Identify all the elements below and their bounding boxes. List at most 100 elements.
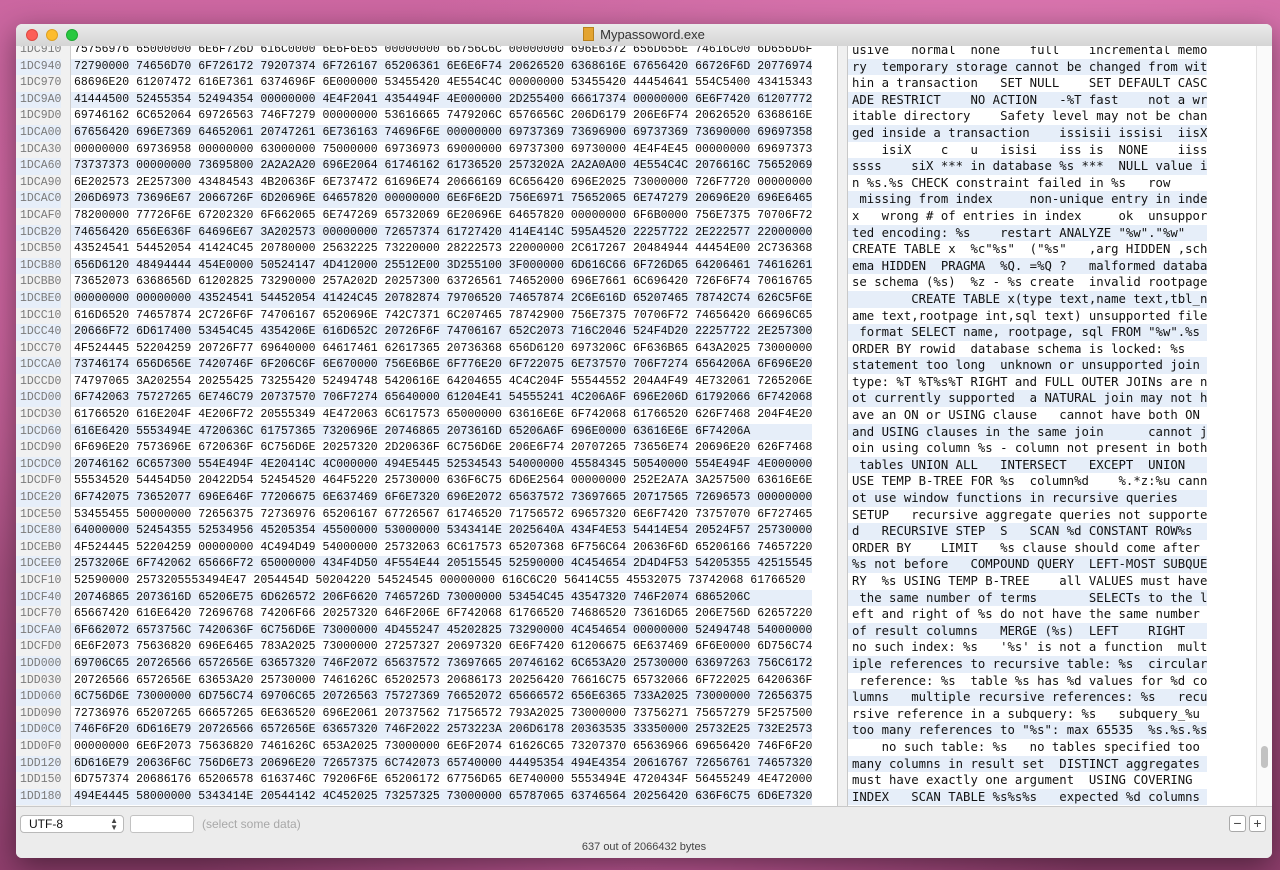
hex-row[interactable]: 00000000 6E6F2073 75636820 7461626C 653A… [71, 739, 812, 756]
editor-content[interactable]: 1DC910 1DC940 1DC970 1DC9A0 1DC9D0 1DCA00 1DCA… [16, 46, 1272, 806]
hex-row[interactable]: 20666F72 6D617400 53454C45 4354206E 616D… [71, 324, 813, 341]
add-button[interactable]: + [1249, 815, 1266, 832]
hex-row[interactable]: 6D616E79 20636F6C 756D6E73 20696E20 7265… [71, 755, 813, 773]
hex-row[interactable]: 64000000 52454355 52534956 45205354 4550… [71, 523, 813, 540]
pane-divider[interactable] [837, 46, 848, 806]
text-pane[interactable]: usive normal none full incremental memo r… [848, 46, 1256, 806]
hex-row[interactable]: 206D6973 73696E67 2066726F 6D20696E 6465… [71, 191, 813, 208]
text-row[interactable]: ORDER BY LIMIT %s clause should come aft… [848, 540, 1207, 557]
hex-row[interactable]: 53455455 50000000 72656375 72736976 6520… [71, 507, 812, 524]
text-row[interactable]: usive normal none full incremental memo [848, 46, 1207, 59]
hex-row[interactable]: 65667420 616E6420 72696768 74206F66 2025… [71, 606, 812, 623]
text-rows[interactable]: usive normal none full incremental memo r… [848, 46, 1208, 806]
hex-row[interactable]: 55534520 54454D50 20422D54 52454520 464F… [71, 473, 812, 490]
hex-row[interactable]: 494E4445 58000000 5343414E 20544142 4C45… [71, 788, 813, 806]
text-row[interactable]: %s not before COMPOUND QUERY LEFT-MOST S… [848, 556, 1208, 573]
text-row[interactable]: ave an ON or USING clause cannot have bo… [848, 407, 1207, 424]
hex-row[interactable]: 20726566 6572656E 63653A20 25730000 7461… [71, 673, 812, 690]
text-row[interactable]: ame text,rootpage int,sql text) unsuppor… [848, 308, 1207, 325]
hex-row[interactable]: 6C756D6E 73000000 6D756C74 69706C65 2072… [71, 689, 813, 706]
text-row[interactable]: and USING clauses in the same join canno… [848, 423, 1208, 441]
hex-row[interactable]: 00000000 00000000 43524541 54452054 4142… [71, 290, 813, 308]
text-row[interactable]: the same number of terms SELECTs to the … [848, 589, 1208, 607]
text-row[interactable]: eft and right of %s do not have the same… [848, 606, 1207, 623]
hex-row[interactable]: 6F742075 73652077 696E646F 77206675 6E63… [71, 490, 813, 507]
text-row[interactable]: no such table: %s no tables specified to… [848, 739, 1207, 756]
text-row[interactable]: d RECURSIVE STEP S SCAN %d CONSTANT ROW%… [848, 523, 1208, 540]
text-row[interactable]: itable directory Safety level may not be… [848, 108, 1207, 125]
text-row[interactable]: ged inside a transaction issisii issisi … [848, 124, 1208, 142]
hex-row[interactable]: 73737373 00000000 73695800 2A2A2A20 696E… [71, 158, 813, 175]
text-row[interactable]: iple references to recursive table: %s c… [848, 655, 1208, 673]
text-row[interactable]: format SELECT name, rootpage, sql FROM "… [848, 324, 1208, 341]
text-row[interactable]: SETUP recursive aggregate queries not su… [848, 507, 1207, 524]
hex-row[interactable]: 74656420 656E636F 64696E67 3A202573 0000… [71, 224, 813, 242]
text-row[interactable]: RY %s USING TEMP B-TREE all VALUES must … [848, 573, 1207, 590]
hex-row[interactable]: 4F524445 52204259 00000000 4C494D49 5400… [71, 540, 812, 557]
hex-row[interactable]: 746F6F20 6D616E79 20726566 6572656E 6365… [71, 722, 813, 739]
hex-row[interactable]: 616E6420 5553494E 4720636C 61757365 7320… [71, 423, 813, 441]
hex-row[interactable]: 6F662072 6573756C 7420636F 6C756D6E 7300… [71, 622, 813, 640]
text-row[interactable]: se schema (%s) %z - %s create invalid ro… [848, 274, 1207, 291]
text-row[interactable]: INDEX SCAN TABLE %s%s%s expected %d colu… [848, 788, 1208, 806]
hex-row[interactable]: 69706C65 20726566 6572656E 63657320 746F… [71, 655, 813, 673]
text-row[interactable]: reference: %s table %s has %d values for… [848, 673, 1207, 690]
text-row[interactable]: n %s.%s CHECK constraint failed in %s ro… [848, 175, 1207, 192]
text-row[interactable]: CREATE TABLE x %c"%s" ("%s" ,arg HIDDEN … [848, 241, 1207, 258]
text-row[interactable]: ot use window functions in recursive que… [848, 490, 1208, 507]
text-row[interactable]: USE TEMP B-TREE FOR %s column%d %.*z:%u … [848, 473, 1207, 490]
hex-row[interactable]: 6E6F2073 75636820 696E6465 783A2025 7300… [71, 639, 812, 656]
hex-row[interactable]: 52590000 2573205553494E47 2054454D 50204… [71, 573, 812, 590]
hex-row[interactable]: 4F524445 52204259 20726F77 69640000 6461… [71, 341, 812, 358]
hex-row[interactable]: 2573206E 6F742062 65666F72 65000000 434F… [71, 556, 813, 573]
text-row[interactable]: too many references to "%s": max 65535 %… [848, 722, 1208, 739]
text-row[interactable]: ry temporary storage cannot be changed f… [848, 58, 1208, 76]
hex-row[interactable]: 67656420 696E7369 64652061 20747261 6E73… [71, 124, 813, 142]
hex-row[interactable]: 6F696E20 7573696E 6720636F 6C756D6E 2025… [71, 440, 812, 457]
hex-row[interactable]: 00000000 69736958 00000000 63000000 7500… [71, 142, 812, 159]
hex-row[interactable]: 78200000 77726F6E 67202320 6F662065 6E74… [71, 208, 812, 225]
text-row[interactable]: no such index: %s '%s' is not a function… [848, 639, 1207, 656]
hex-row[interactable]: 72790000 74656D70 6F726172 79207374 6F72… [71, 58, 813, 76]
hex-row[interactable]: 41444500 52455354 52494354 00000000 4E4F… [71, 91, 813, 109]
scroll-thumb[interactable] [1261, 746, 1268, 768]
hex-row[interactable]: 73652073 6368656D 61202825 73290000 257A… [71, 274, 812, 291]
text-row[interactable]: type: %T %T%s%T RIGHT and FULL OUTER JOI… [848, 374, 1207, 391]
hex-row[interactable]: 20746865 2073616D 65206E75 6D626572 206F… [71, 589, 813, 607]
text-row[interactable]: of result columns MERGE (%s) LEFT RIGHT [848, 622, 1208, 640]
text-row[interactable]: x wrong # of entries in index ok unsuppo… [848, 208, 1207, 225]
text-row[interactable]: many columns in result set DISTINCT aggr… [848, 755, 1208, 773]
hex-row[interactable]: 61766520 616E204F 4E206F72 20555349 4E47… [71, 407, 812, 424]
hex-row[interactable]: 656D6120 48494444 454E0000 50524147 4D41… [71, 257, 813, 275]
hex-row[interactable]: 74797065 3A202554 20255425 73255420 5249… [71, 374, 812, 391]
text-row[interactable]: ted encoding: %s restart ANALYZE "%w"."%… [848, 224, 1208, 242]
text-row[interactable]: CREATE TABLE x(type text,name text,tbl_n [848, 290, 1208, 308]
text-row[interactable]: ot currently supported a NATURAL join ma… [848, 390, 1208, 408]
text-row[interactable]: ema HIDDEN PRAGMA %Q. =%Q ? malformed da… [848, 257, 1208, 275]
hex-row[interactable]: 20746162 6C657300 554E494F 4E20414C 4C00… [71, 456, 813, 474]
hex-row[interactable]: 73746174 656D656E 7420746F 6F206C6F 6E67… [71, 357, 813, 374]
hex-row[interactable]: 616D6520 74657874 2C726F6F 74706167 6520… [71, 308, 812, 325]
hex-row[interactable]: 43524541 54452054 41424C45 20780000 2563… [71, 241, 812, 258]
hex-pane[interactable]: 75756976 65000000 6E6F726D 616C0000 6E6F… [71, 46, 837, 806]
text-row[interactable]: must have exactly one argument USING COV… [848, 772, 1207, 789]
hex-row[interactable]: 72736976 65207265 66657265 6E636520 696E… [71, 706, 812, 723]
text-row[interactable]: tables UNION ALL INTERSECT EXCEPT UNION [848, 456, 1208, 474]
text-row[interactable]: isiX c u isisi iss is NONE iiss [848, 142, 1208, 159]
text-row[interactable]: oin using column %s - column not present… [848, 440, 1207, 457]
text-row[interactable]: lumns multiple recursive references: %s … [848, 689, 1208, 706]
text-row[interactable]: rsive reference in a subquery: %s subque… [848, 706, 1207, 723]
text-row[interactable]: missing from index non-unique entry in i… [848, 191, 1208, 208]
hex-row[interactable]: 69746162 6C652064 69726563 746F7279 0000… [71, 108, 812, 125]
hex-row[interactable]: 6D757374 20686176 65206578 6163746C 7920… [71, 772, 812, 789]
hex-row[interactable]: 75756976 65000000 6E6F726D 616C0000 6E6F… [71, 46, 812, 59]
remove-button[interactable]: − [1229, 815, 1246, 832]
hex-row[interactable]: 6E202573 2E257300 43484543 4B20636F 6E73… [71, 175, 812, 192]
vertical-scrollbar[interactable] [1256, 46, 1272, 806]
text-row[interactable]: ORDER BY rowid database schema is locked… [848, 341, 1207, 358]
encoding-select[interactable]: UTF-8 ▲ ▼ [20, 815, 124, 833]
hex-row[interactable]: 6F742063 75727265 6E746C79 20737570 706F… [71, 390, 813, 408]
text-row[interactable]: statement too long unknown or unsupporte… [848, 357, 1208, 374]
hex-rows[interactable]: 75756976 65000000 6E6F726D 616C0000 6E6F… [71, 46, 813, 806]
text-row[interactable]: ssss siX *** in database %s *** NULL val… [848, 158, 1208, 175]
